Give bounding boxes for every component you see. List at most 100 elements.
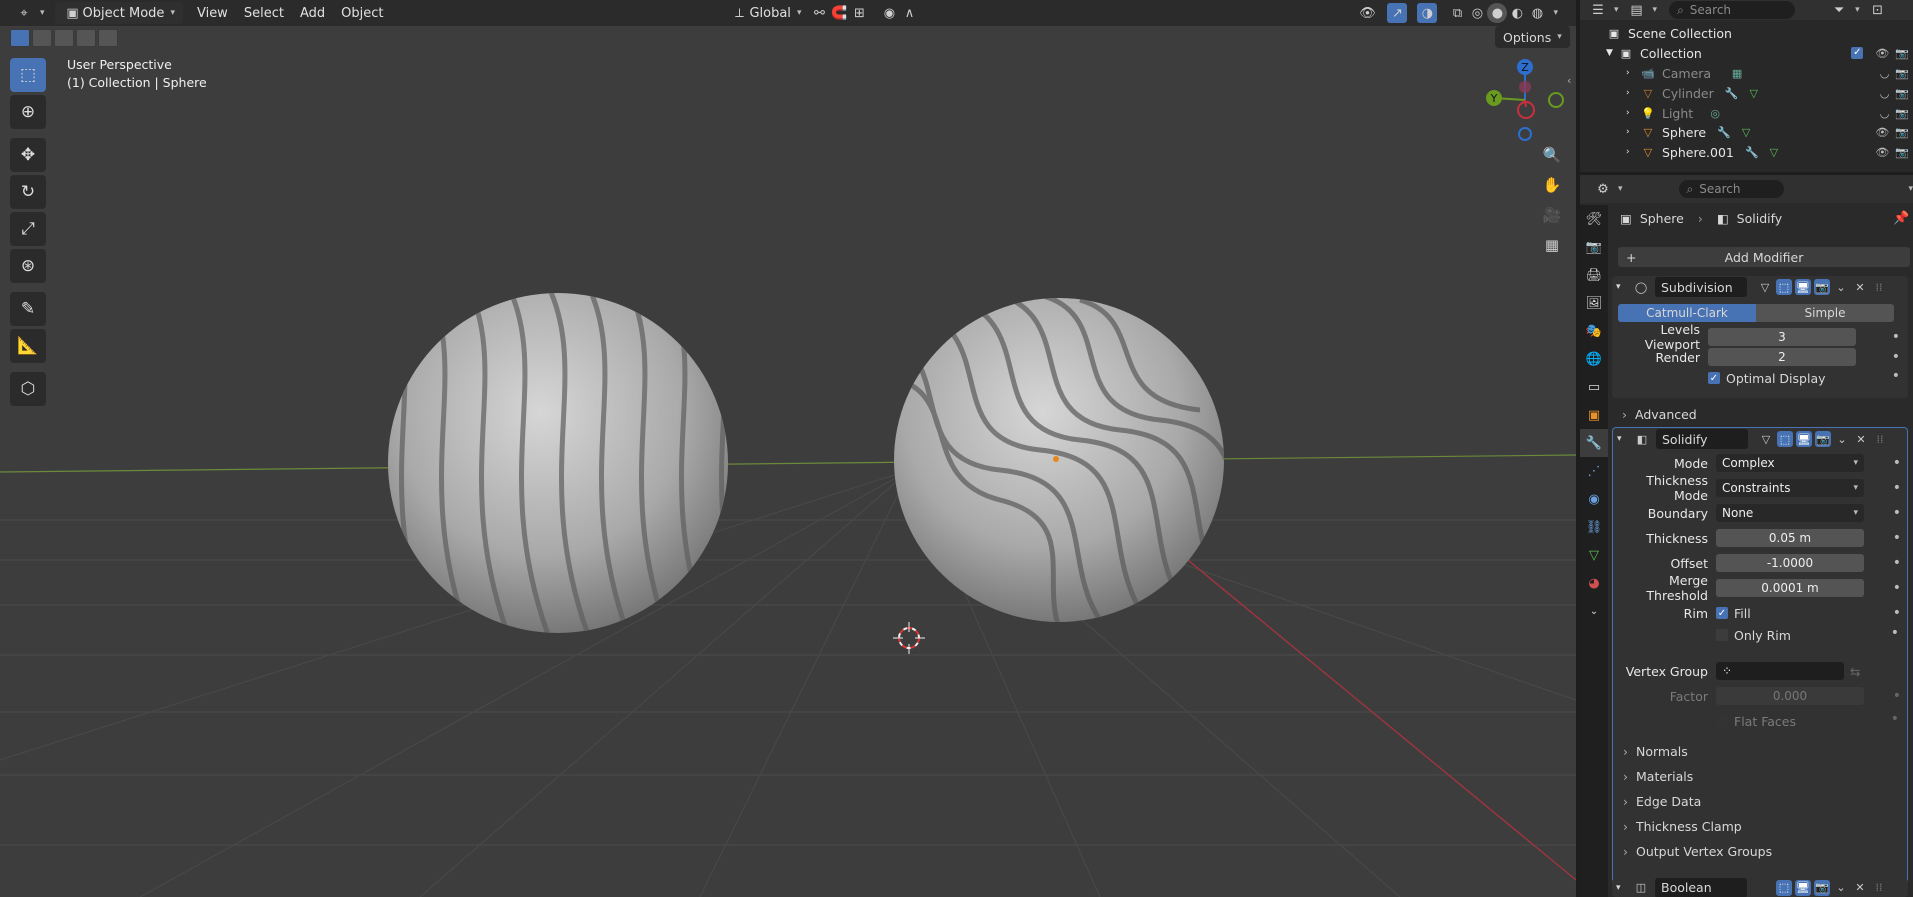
outliner-item-cylinder[interactable]: › ▽ Cylinder 🔧 ▽ ◡ 📷 xyxy=(1580,83,1913,103)
filter-icon[interactable]: ⏷ xyxy=(1829,0,1849,20)
select-box-mode-icon[interactable] xyxy=(10,29,30,47)
hidden-eye-icon[interactable]: ◡ xyxy=(1880,107,1890,120)
drag-handle-icon[interactable]: ⁞⁞ xyxy=(1871,880,1887,896)
transform-tool-icon[interactable]: ⊛ xyxy=(10,249,46,283)
modifier-menu-icon[interactable]: ⌄ xyxy=(1833,279,1849,295)
expand-icon[interactable]: › xyxy=(1626,127,1640,137)
keyframe-dot-icon[interactable]: • xyxy=(1892,368,1900,384)
camera-icon[interactable]: 📷 xyxy=(1895,47,1909,60)
scene-collection-row[interactable]: ▣ Scene Collection xyxy=(1580,23,1913,43)
keyframe-dot-icon[interactable]: • xyxy=(1893,580,1901,596)
hidden-eye-icon[interactable]: ◡ xyxy=(1880,67,1890,80)
viewport-display-icon[interactable]: 🖥 xyxy=(1796,431,1812,447)
ortho-grid-icon[interactable]: ▦ xyxy=(1540,233,1564,257)
modifier-name-field[interactable]: Solidify xyxy=(1656,429,1748,449)
properties-search-input[interactable]: ⌕ Search xyxy=(1678,180,1785,198)
scene-tab-icon[interactable]: 🎭 xyxy=(1580,317,1608,345)
keyframe-dot-icon[interactable]: • xyxy=(1893,480,1901,496)
snap-icon[interactable]: 🧲 xyxy=(829,3,849,23)
keyframe-dot-icon[interactable]: • xyxy=(1893,605,1901,621)
collection-checkbox[interactable]: ✓ xyxy=(1851,46,1864,59)
falloff-icon[interactable]: ∧ xyxy=(899,3,919,23)
thickness-clamp-subpanel[interactable]: › Thickness Clamp xyxy=(1623,816,1742,836)
thickness-mode-dropdown[interactable]: Constraints ▾ xyxy=(1716,479,1864,497)
modifier-menu-icon[interactable]: ⌄ xyxy=(1834,431,1850,447)
transform-orientation-dropdown[interactable]: ⟂ Global ▾ xyxy=(721,2,809,24)
physics-tab-icon[interactable]: ◉ xyxy=(1580,485,1608,513)
camera-icon[interactable]: 📷 xyxy=(1895,87,1909,100)
collapse-icon[interactable]: ▾ xyxy=(1616,282,1630,292)
invert-arrows-icon[interactable]: ⇆ xyxy=(1850,664,1860,679)
output-tab-icon[interactable]: 🖨 xyxy=(1580,261,1608,289)
particles-tab-icon[interactable]: ⋰ xyxy=(1580,457,1608,485)
camera-icon[interactable]: 📷 xyxy=(1895,67,1909,80)
menu-add[interactable]: Add xyxy=(292,2,333,24)
expand-icon[interactable]: › xyxy=(1626,88,1640,98)
menu-object[interactable]: Object xyxy=(333,2,391,24)
add-modifier-button[interactable]: + Add Modifier xyxy=(1618,247,1910,267)
pan-hand-icon[interactable]: ✋ xyxy=(1540,173,1564,197)
keyframe-dot-icon[interactable]: • xyxy=(1893,688,1901,704)
3d-viewport[interactable]: ⌖ ▾ ▣ Object Mode ▾ View Select Add Objec… xyxy=(0,0,1576,897)
camera-icon[interactable]: 📷 xyxy=(1895,107,1909,120)
edit-mode-icon[interactable]: ⬚ xyxy=(1776,879,1792,896)
options-chevron-icon[interactable]: ▾ xyxy=(1908,184,1913,194)
only-rim-checkbox[interactable] xyxy=(1716,629,1728,641)
outliner-item-sphere[interactable]: › ▽ Sphere 🔧 ▽ 👁 📷 xyxy=(1580,122,1913,142)
keyframe-dot-icon[interactable]: • xyxy=(1893,555,1901,571)
edit-mode-icon[interactable]: ⬚ xyxy=(1776,279,1792,295)
data-tab-icon[interactable]: ▽ xyxy=(1580,541,1608,569)
menu-select[interactable]: Select xyxy=(236,2,292,24)
modifier-name-field[interactable]: Subdivision xyxy=(1655,277,1747,297)
editor-type-icon[interactable]: ⚙ xyxy=(1594,179,1612,199)
cursor-tool-icon[interactable]: ⊕ xyxy=(10,95,46,129)
thickness-field[interactable]: 0.05 m xyxy=(1716,529,1864,547)
remove-modifier-icon[interactable]: ✕ xyxy=(1852,880,1868,896)
material-tab-icon[interactable]: ◕ xyxy=(1580,569,1608,597)
on-cage-icon[interactable]: ▽ xyxy=(1757,279,1773,295)
zoom-icon[interactable]: 🔍 xyxy=(1540,143,1564,167)
measure-tool-icon[interactable]: 📐 xyxy=(10,329,46,363)
rendered-shading-icon[interactable]: ◍ xyxy=(1527,3,1547,23)
options-dropdown[interactable]: Options ▾ xyxy=(1495,26,1570,48)
keyframe-dot-icon[interactable]: • xyxy=(1891,625,1899,641)
select-subtract-mode-icon[interactable] xyxy=(54,29,74,47)
annotate-tool-icon[interactable]: ✎ xyxy=(10,292,46,326)
render-display-icon[interactable]: 📷 xyxy=(1814,879,1830,896)
render-tab-icon[interactable]: 📷 xyxy=(1580,233,1608,261)
camera-icon[interactable]: 📷 xyxy=(1895,126,1909,139)
outliner-item-light[interactable]: › 💡 Light ◎ ◡ 📷 xyxy=(1580,103,1913,123)
levels-viewport-field[interactable]: 3 xyxy=(1708,328,1856,346)
render-display-icon[interactable]: 📷 xyxy=(1814,279,1830,295)
viewport-display-icon[interactable]: 🖥 xyxy=(1795,279,1811,295)
proportional-edit-icon[interactable]: ◉ xyxy=(879,3,899,23)
boundary-dropdown[interactable]: None ▾ xyxy=(1716,504,1864,522)
mode-dropdown[interactable]: ▣ Object Mode ▾ xyxy=(54,2,183,24)
xray-icon[interactable]: ⧉ xyxy=(1447,3,1467,23)
select-box-tool-icon[interactable]: ⬚ xyxy=(10,58,46,92)
camera-icon[interactable]: 📷 xyxy=(1895,146,1909,159)
on-cage-icon[interactable]: ▽ xyxy=(1758,431,1774,447)
edge-data-subpanel[interactable]: › Edge Data xyxy=(1623,791,1701,811)
rotate-tool-icon[interactable]: ↻ xyxy=(10,175,46,209)
camera-view-icon[interactable]: 🎥 xyxy=(1540,203,1564,227)
render-display-icon[interactable]: 📷 xyxy=(1815,431,1831,447)
select-intersect-mode-icon[interactable] xyxy=(98,29,118,47)
modifier-tab-icon[interactable]: 🔧 xyxy=(1580,429,1608,457)
editor-type-icon[interactable]: ☰ xyxy=(1588,0,1608,20)
remove-modifier-icon[interactable]: ✕ xyxy=(1852,279,1868,295)
constraints-tab-icon[interactable]: ⛓ xyxy=(1580,513,1608,541)
menu-view[interactable]: View xyxy=(189,2,236,24)
object-tab-icon[interactable]: ▣ xyxy=(1580,401,1608,429)
pin-icon[interactable]: 📌 xyxy=(1893,211,1909,226)
scale-tool-icon[interactable]: ⤢ xyxy=(10,212,46,246)
outliner-search-input[interactable]: ⌕ Search xyxy=(1669,1,1796,19)
drag-handle-icon[interactable]: ⁞⁞ xyxy=(1871,279,1887,295)
keyframe-dot-icon[interactable]: • xyxy=(1893,530,1901,546)
offset-field[interactable]: -1.0000 xyxy=(1716,554,1864,572)
keyframe-dot-icon[interactable]: • xyxy=(1893,455,1901,471)
outliner-item-camera[interactable]: › 📹 Camera ▦ ◡ 📷 xyxy=(1580,63,1913,83)
vertex-group-field[interactable]: ⁘ xyxy=(1716,662,1844,680)
drag-handle-icon[interactable]: ⁞⁞ xyxy=(1872,431,1888,447)
advanced-subpanel[interactable]: › Advanced xyxy=(1622,404,1697,424)
